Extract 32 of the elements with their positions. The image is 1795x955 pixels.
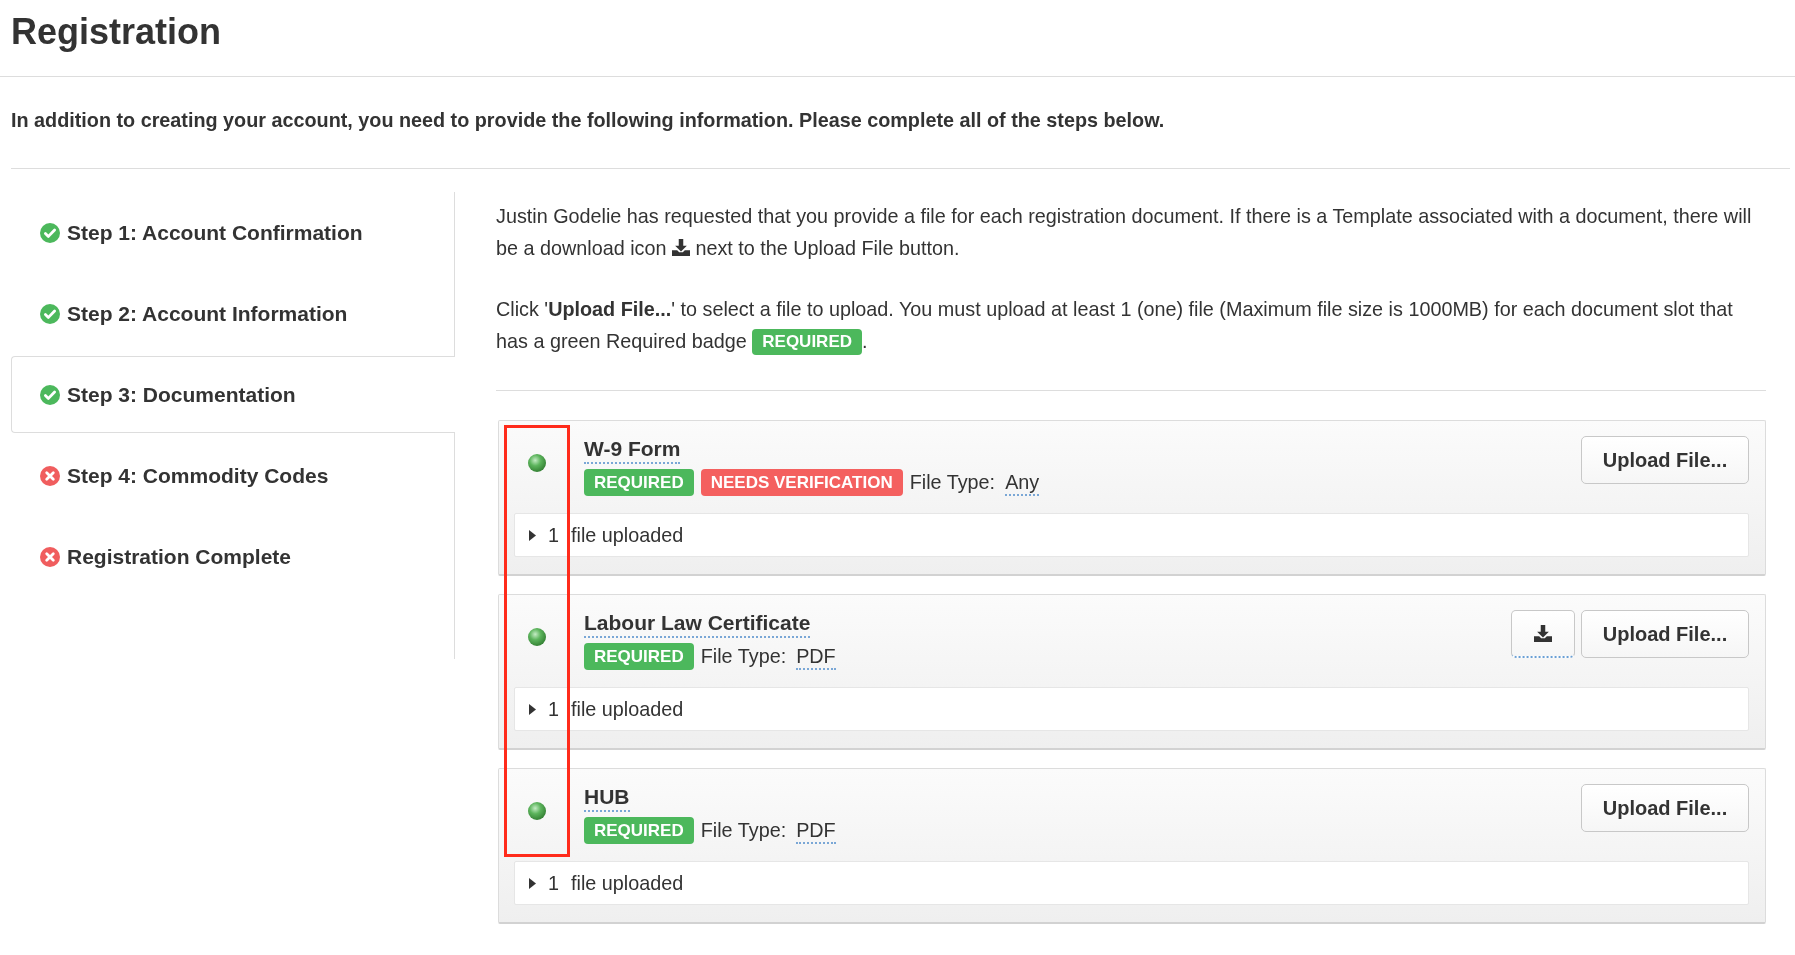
step-nav-item[interactable]: Registration Complete (11, 518, 455, 595)
upload-file-button[interactable]: Upload File... (1581, 784, 1749, 832)
instructions-text: Click 'Upload File...' to select a file to upload. You must upload at least 1 (one) file (Maximum file size is 1000MB) for each document slot that has a green Required badge REQUIRED . (496, 293, 1766, 357)
file-type-value: PDF (796, 643, 836, 670)
download-icon (671, 239, 690, 256)
file-type-label: File Type: (700, 645, 787, 668)
step-nav-item[interactable]: Step 3: Documentation (11, 356, 455, 433)
required-badge: REQUIRED (584, 817, 694, 844)
instructions-text: Justin Godelie has requested that you provide a file for each registration document. If there is a Template associated with a document, there will be a download icon next to the Upload File button. (496, 204, 1753, 261)
upload-file-button[interactable]: Upload File... (1581, 436, 1749, 484)
document-title: Labour Law Certificate (584, 610, 811, 638)
intro-text: In addition to creating your account, you need to provide the following information. Please complete all of the steps below. (11, 77, 1790, 169)
uploaded-files-toggle[interactable]: 1 file uploaded (514, 861, 1749, 905)
page-title: Registration (11, 10, 223, 54)
uploaded-files-toggle[interactable]: 1 file uploaded (514, 687, 1749, 731)
download-template-button[interactable] (1511, 610, 1575, 658)
required-badge: REQUIRED (584, 469, 694, 496)
download-icon (1534, 625, 1552, 642)
uploaded-files-toggle[interactable]: 1 file uploaded (514, 513, 1749, 557)
needs-verification-badge: NEEDS VERIFICATION (700, 469, 903, 496)
file-type-label: File Type: (909, 471, 996, 494)
step-nav-item[interactable]: Step 4: Commodity Codes (11, 437, 455, 514)
required-badge: REQUIRED (584, 643, 694, 670)
file-type-value: Any (1005, 469, 1040, 496)
required-badge: REQUIRED (752, 329, 862, 355)
file-type-label: File Type: (700, 819, 787, 842)
document-title: W-9 Form (584, 436, 681, 464)
document-title: HUB (584, 784, 630, 812)
file-type-value: PDF (796, 817, 836, 844)
step-nav-item[interactable]: Step 2: Account Information (11, 275, 455, 352)
step-nav-item[interactable]: Step 1: Account Confirmation (11, 194, 455, 271)
upload-file-button[interactable]: Upload File... (1581, 610, 1749, 658)
